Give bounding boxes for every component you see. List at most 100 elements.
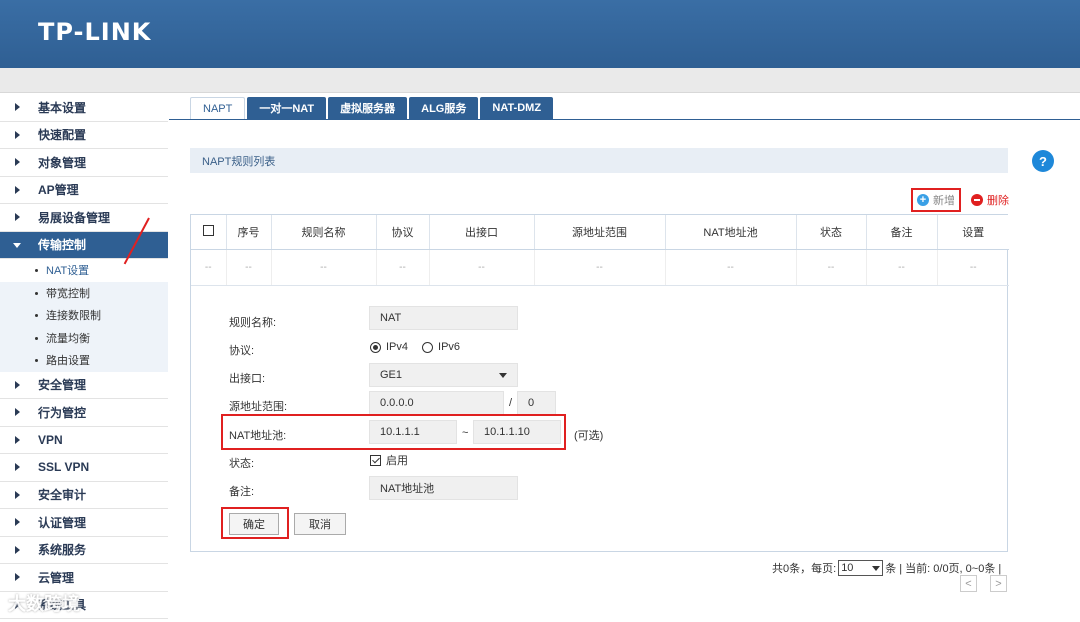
sidebar-item-ap[interactable]: AP管理 xyxy=(0,177,168,204)
col-header: 规则名称 xyxy=(271,215,377,250)
tab-alg[interactable]: ALG服务 xyxy=(409,97,479,119)
sidebar-item-ssl-vpn[interactable]: SSL VPN xyxy=(0,454,168,482)
col-header: 设置 xyxy=(937,215,1009,250)
status-enable-checkbox[interactable] xyxy=(370,454,381,466)
src-ip-input[interactable]: 0.0.0.0 xyxy=(369,391,504,415)
table-header-row: 序号 规则名称 协议 出接口 源地址范围 NAT地址池 状态 备注 设置 xyxy=(191,215,1009,250)
nat-pool-optional-hint: (可选) xyxy=(574,430,604,442)
caret-right-icon xyxy=(15,435,20,444)
pager-total: 共0条，每页: xyxy=(772,563,837,575)
top-banner: TP-LINK xyxy=(0,0,1080,68)
table-cell: -- xyxy=(665,249,797,286)
sidebar-item-security[interactable]: 安全管理 xyxy=(0,372,168,399)
cancel-button[interactable]: 取消 xyxy=(294,513,346,535)
prev-page-button[interactable]: < xyxy=(960,575,977,592)
napt-rule-table: 序号 规则名称 协议 出接口 源地址范围 NAT地址池 状态 备注 设置 -- … xyxy=(190,214,1009,552)
select-all-checkbox[interactable] xyxy=(191,215,227,250)
sidebar-item-behavior[interactable]: 行为管控 xyxy=(0,399,168,427)
tab-napt[interactable]: NAPT xyxy=(190,97,246,119)
table-cell: -- xyxy=(191,249,227,286)
rule-name-input[interactable]: NAT xyxy=(369,306,518,330)
status-enable-label: 启用 xyxy=(386,455,408,467)
sidebar-item-services[interactable]: 系统服务 xyxy=(0,537,168,564)
caret-right-icon xyxy=(15,185,20,194)
sidebar-item-objects[interactable]: 对象管理 xyxy=(0,149,168,177)
confirm-highlight xyxy=(221,507,289,539)
sidebar-item-cloud[interactable]: 云管理 xyxy=(0,564,168,592)
sidebar-sub-conn-limit[interactable]: 连接数限制 xyxy=(0,304,168,327)
checkbox-icon xyxy=(202,224,214,236)
per-page-select[interactable]: 10 xyxy=(838,560,884,576)
sidebar-submenu: NAT设置 带宽控制 连接数限制 流量均衡 路由设置 xyxy=(0,259,168,372)
chevron-down-icon xyxy=(499,373,507,378)
caret-down-icon xyxy=(13,242,21,248)
sidebar-sub-bandwidth[interactable]: 带宽控制 xyxy=(0,282,168,305)
caret-right-icon xyxy=(15,380,20,389)
ipv4-radio[interactable] xyxy=(370,341,381,353)
col-header: 备注 xyxy=(866,215,938,250)
caret-right-icon xyxy=(15,490,20,499)
caret-right-icon xyxy=(15,545,20,554)
tab-bar: NAPT 一对一NAT 虚拟服务器 ALG服务 NAT-DMZ xyxy=(190,97,555,119)
table-cell: -- xyxy=(866,249,938,286)
src-separator: / xyxy=(509,397,513,409)
table-actions: + 新增 删除 xyxy=(911,188,1009,212)
rule-name-label: 规则名称: xyxy=(229,317,277,329)
sidebar-sub-routing[interactable]: 路由设置 xyxy=(0,349,168,372)
sidebar-sub-load-balance[interactable]: 流量均衡 xyxy=(0,327,168,350)
sidebar-item-quick-config[interactable]: 快速配置 xyxy=(0,122,168,149)
sidebar-item-basic[interactable]: 基本设置 xyxy=(0,94,168,122)
help-icon[interactable]: ? xyxy=(1032,150,1054,172)
brand-logo: TP-LINK xyxy=(38,18,152,46)
caret-right-icon xyxy=(15,573,20,582)
caret-right-icon xyxy=(15,158,20,167)
table-cell: -- xyxy=(429,249,535,286)
sub-header-bar xyxy=(0,68,1080,93)
note-input[interactable]: NAT地址池 xyxy=(369,476,518,500)
caret-right-icon xyxy=(15,463,20,472)
tab-divider xyxy=(169,119,1080,120)
chevron-down-icon xyxy=(872,565,881,571)
src-range-label: 源地址范围: xyxy=(229,401,288,413)
sidebar: 基本设置 快速配置 对象管理 AP管理 易展设备管理 传输控制 NAT设置 带宽… xyxy=(0,94,168,622)
status-checkbox-group: 启用 xyxy=(370,448,408,472)
protocol-label: 协议: xyxy=(229,345,255,357)
caret-right-icon xyxy=(15,213,20,222)
status-label: 状态: xyxy=(229,458,255,470)
sidebar-item-audit[interactable]: 安全审计 xyxy=(0,482,168,509)
col-header: 协议 xyxy=(376,215,430,250)
tab-one-to-one-nat[interactable]: 一对一NAT xyxy=(247,97,327,119)
delete-button[interactable]: 删除 xyxy=(971,192,1009,208)
interface-label: 出接口: xyxy=(229,373,266,385)
pagination: 共0条，每页: 10 条 | 当前: 0/0页, 0~0条 | xyxy=(772,560,1001,576)
note-label: 备注: xyxy=(229,486,255,498)
sidebar-item-transmission[interactable]: 传输控制 xyxy=(0,231,168,259)
src-mask-input[interactable]: 0 xyxy=(517,391,556,415)
col-header: 源地址范围 xyxy=(534,215,666,250)
sidebar-item-auth[interactable]: 认证管理 xyxy=(0,509,168,537)
table-row: -- -- -- -- -- -- -- -- -- -- xyxy=(191,249,1009,286)
ipv4-label: IPv4 xyxy=(386,341,409,353)
add-button[interactable]: + 新增 xyxy=(911,188,961,212)
tab-virtual-server[interactable]: 虚拟服务器 xyxy=(328,97,408,119)
table-cell: -- xyxy=(534,249,666,286)
nat-pool-highlight xyxy=(221,414,566,450)
table-cell: -- xyxy=(271,249,377,286)
ipv6-radio[interactable] xyxy=(422,341,434,353)
sidebar-sub-nat[interactable]: NAT设置 xyxy=(0,259,168,282)
interface-select[interactable]: GE1 xyxy=(369,363,518,387)
col-header: 状态 xyxy=(796,215,867,250)
table-cell: -- xyxy=(226,249,272,286)
plus-icon: + xyxy=(917,194,929,206)
tab-nat-dmz[interactable]: NAT-DMZ xyxy=(480,97,554,119)
table-cell: -- xyxy=(796,249,867,286)
caret-right-icon xyxy=(15,518,20,527)
section-title: NAPT规则列表 xyxy=(190,148,1008,173)
table-cell: -- xyxy=(937,249,1009,286)
next-page-button[interactable]: > xyxy=(990,575,1007,592)
caret-right-icon xyxy=(15,408,20,417)
watermark: 大数跨境 xyxy=(8,594,80,614)
ipv6-label: IPv6 xyxy=(438,341,461,353)
sidebar-item-vpn[interactable]: VPN xyxy=(0,427,168,454)
col-header: 序号 xyxy=(226,215,272,250)
